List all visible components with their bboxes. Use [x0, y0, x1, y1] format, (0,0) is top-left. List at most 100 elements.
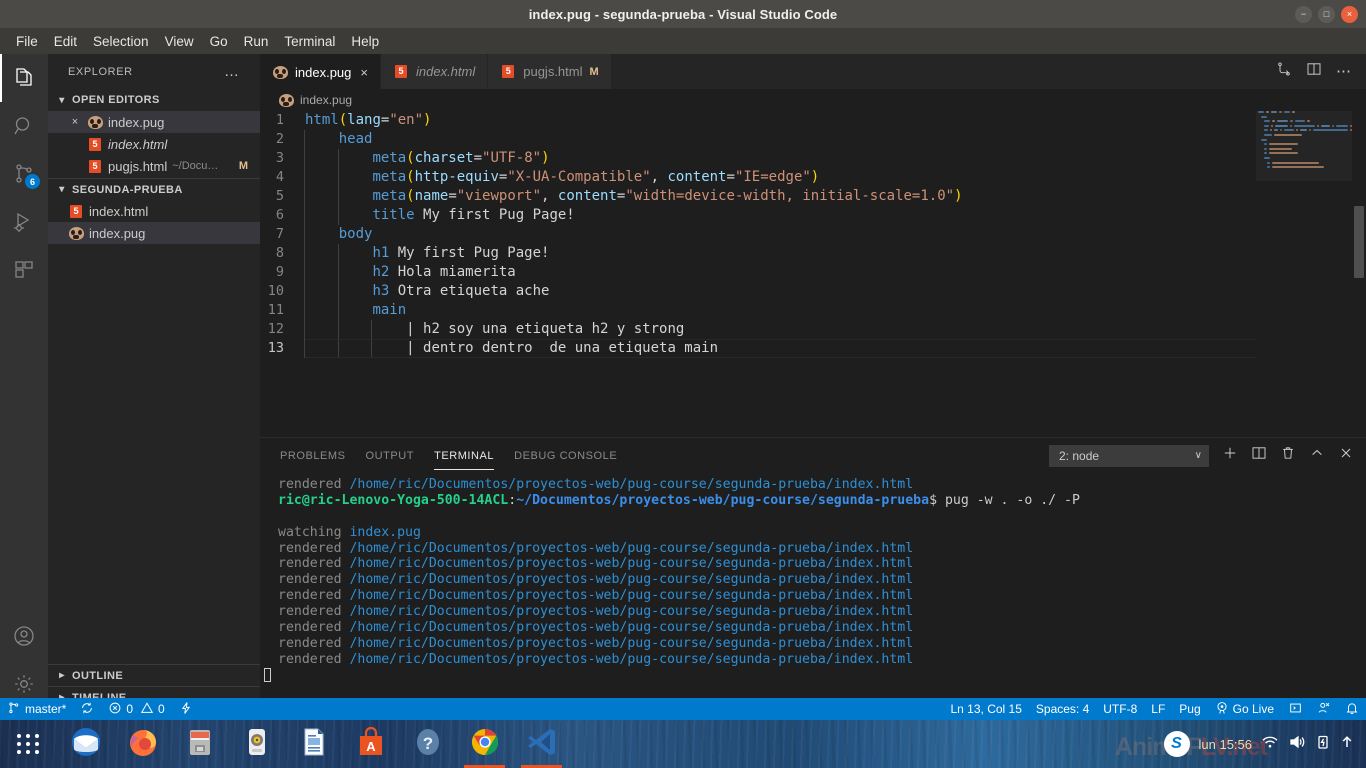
new-terminal-icon[interactable]	[1222, 445, 1238, 466]
section-outline[interactable]: ▸ OUTLINE	[48, 664, 260, 686]
code-line[interactable]: 10 h3 Otra etiqueta ache	[260, 282, 1366, 301]
code-line[interactable]: 2 head	[260, 130, 1366, 149]
status-language-mode[interactable]: Pug	[1172, 698, 1207, 720]
taskbar-google-chrome[interactable]	[456, 720, 513, 768]
split-terminal-icon[interactable]	[1251, 445, 1267, 466]
breadcrumb[interactable]: index.pug	[260, 89, 1366, 111]
modified-badge: M	[238, 160, 248, 172]
split-terminal-icon[interactable]	[1276, 61, 1292, 82]
token-paren: (	[406, 150, 415, 166]
taskbar-help[interactable]: ?	[399, 720, 456, 768]
code-line[interactable]: 12 | h2 soy una etiqueta h2 y strong	[260, 320, 1366, 339]
close-panel-icon[interactable]	[1338, 445, 1354, 466]
editor-scrollbar[interactable]	[1352, 111, 1366, 437]
clock[interactable]: lun 15:56	[1199, 737, 1253, 752]
status-go-live[interactable]: Go Live	[1208, 698, 1281, 720]
status-feedback[interactable]	[1310, 698, 1338, 720]
file-index-html[interactable]: 5 index.html	[48, 200, 260, 222]
menu-go[interactable]: Go	[202, 31, 236, 52]
minimap-slider[interactable]	[1256, 111, 1352, 181]
menu-file[interactable]: File	[8, 31, 46, 52]
status-problems[interactable]: 0 0	[101, 698, 171, 720]
section-open-editors[interactable]: ▾ OPEN EDITORS	[48, 89, 260, 111]
menu-terminal[interactable]: Terminal	[276, 31, 343, 52]
menu-run[interactable]: Run	[236, 31, 277, 52]
tab-index-html[interactable]: 5 index.html	[380, 54, 489, 89]
tab-problems[interactable]: PROBLEMS	[280, 441, 346, 470]
code-line[interactable]: 3 meta(charset="UTF-8")	[260, 149, 1366, 168]
menu-selection[interactable]: Selection	[85, 31, 157, 52]
taskbar-visual-studio-code[interactable]	[513, 720, 570, 768]
tab-debug-console[interactable]: DEBUG CONSOLE	[514, 441, 617, 470]
status-cursor-position[interactable]: Ln 13, Col 15	[944, 698, 1029, 720]
section-folder-segunda-prueba[interactable]: ▾ SEGUNDA-PRUEBA	[48, 178, 260, 200]
open-editor-index-pug[interactable]: × index.pug	[48, 111, 260, 133]
activity-extensions[interactable]	[0, 246, 48, 294]
warning-count: 0	[158, 702, 165, 716]
token-tag: h3	[372, 283, 390, 299]
more-actions-icon[interactable]: ⋯	[1336, 64, 1352, 79]
taskbar-firefox[interactable]	[114, 720, 171, 768]
terminal-path: index.pug	[349, 524, 421, 540]
taskbar-libreoffice-writer[interactable]	[285, 720, 342, 768]
wifi-icon[interactable]	[1261, 734, 1279, 755]
tab-output[interactable]: OUTPUT	[366, 441, 415, 470]
scrollbar-thumb[interactable]	[1354, 206, 1364, 278]
close-icon[interactable]: ×	[68, 116, 82, 128]
activity-source-control[interactable]: 6	[0, 150, 48, 198]
split-editor-icon[interactable]	[1306, 61, 1322, 82]
minimap[interactable]	[1256, 111, 1352, 437]
indent-guide	[371, 339, 406, 358]
status-encoding[interactable]: UTF-8	[1096, 698, 1144, 720]
open-editor-index-html[interactable]: 5 index.html	[48, 133, 260, 155]
menu-help[interactable]: Help	[343, 31, 387, 52]
status-ports[interactable]	[172, 698, 200, 720]
close-button[interactable]: ×	[1341, 6, 1358, 23]
terminal-output[interactable]: rendered /home/ric/Documentos/proyectos-…	[260, 473, 1366, 699]
activity-run-and-debug[interactable]	[0, 198, 48, 246]
volume-icon[interactable]	[1288, 734, 1306, 755]
maximize-button[interactable]: □	[1318, 6, 1335, 23]
battery-icon[interactable]	[1315, 734, 1331, 755]
sidebar-more-actions-icon[interactable]: …	[224, 64, 240, 79]
taskbar-thunderbird[interactable]	[57, 720, 114, 768]
code-line[interactable]: 13 | dentro dentro de una etiqueta main	[260, 339, 1366, 358]
menu-edit[interactable]: Edit	[46, 31, 85, 52]
activity-explorer[interactable]	[0, 54, 48, 102]
code-line[interactable]: 5 meta(name="viewport", content="width=d…	[260, 187, 1366, 206]
status-notifications[interactable]	[1338, 698, 1366, 720]
status-remote-window[interactable]	[1281, 698, 1310, 720]
status-branch[interactable]: master*	[0, 698, 73, 720]
kill-terminal-icon[interactable]	[1280, 445, 1296, 466]
minimize-button[interactable]: −	[1295, 6, 1312, 23]
taskbar-files[interactable]	[171, 720, 228, 768]
taskbar-ubuntu-software[interactable]: A	[342, 720, 399, 768]
code-line[interactable]: 7 body	[260, 225, 1366, 244]
code-line[interactable]: 8 h1 My first Pug Page!	[260, 244, 1366, 263]
status-sync[interactable]	[73, 698, 101, 720]
code-line[interactable]: 11 main	[260, 301, 1366, 320]
code-line[interactable]: 6 title My first Pug Page!	[260, 206, 1366, 225]
open-editor-pugjs-html[interactable]: 5 pugjs.html ~/Docu… M	[48, 155, 260, 177]
activity-search[interactable]	[0, 102, 48, 150]
taskbar-rhythmbox[interactable]	[228, 720, 285, 768]
status-eol[interactable]: LF	[1144, 698, 1172, 720]
skype-icon[interactable]: S	[1163, 731, 1190, 757]
code-line[interactable]: 4 meta(http-equiv = "X-UA-Compatible", con…	[260, 168, 1366, 187]
tab-terminal[interactable]: TERMINAL	[434, 441, 495, 470]
close-icon[interactable]: ×	[360, 65, 368, 80]
terminal-selector[interactable]: 2: node ∨	[1049, 444, 1209, 467]
code-line[interactable]: 9 h2 Hola miamerita	[260, 263, 1366, 282]
arrow-up-icon[interactable]	[1340, 734, 1354, 755]
tab-index-pug[interactable]: index.pug ×	[260, 54, 381, 89]
file-index-pug[interactable]: index.pug	[48, 222, 260, 244]
menu-view[interactable]: View	[157, 31, 202, 52]
status-indentation[interactable]: Spaces: 4	[1029, 698, 1096, 720]
files-manager-icon	[184, 726, 216, 763]
taskbar-show-applications[interactable]	[0, 720, 57, 768]
code-line[interactable]: 1 html(lang="en")	[260, 111, 1366, 130]
activity-accounts[interactable]	[0, 612, 48, 660]
tab-pugjs-html[interactable]: 5 pugjs.html M	[488, 54, 612, 89]
code-editor[interactable]: 1 html(lang="en") 2 head 3 meta(charset="UT…	[260, 111, 1366, 437]
maximize-panel-icon[interactable]	[1309, 445, 1325, 466]
